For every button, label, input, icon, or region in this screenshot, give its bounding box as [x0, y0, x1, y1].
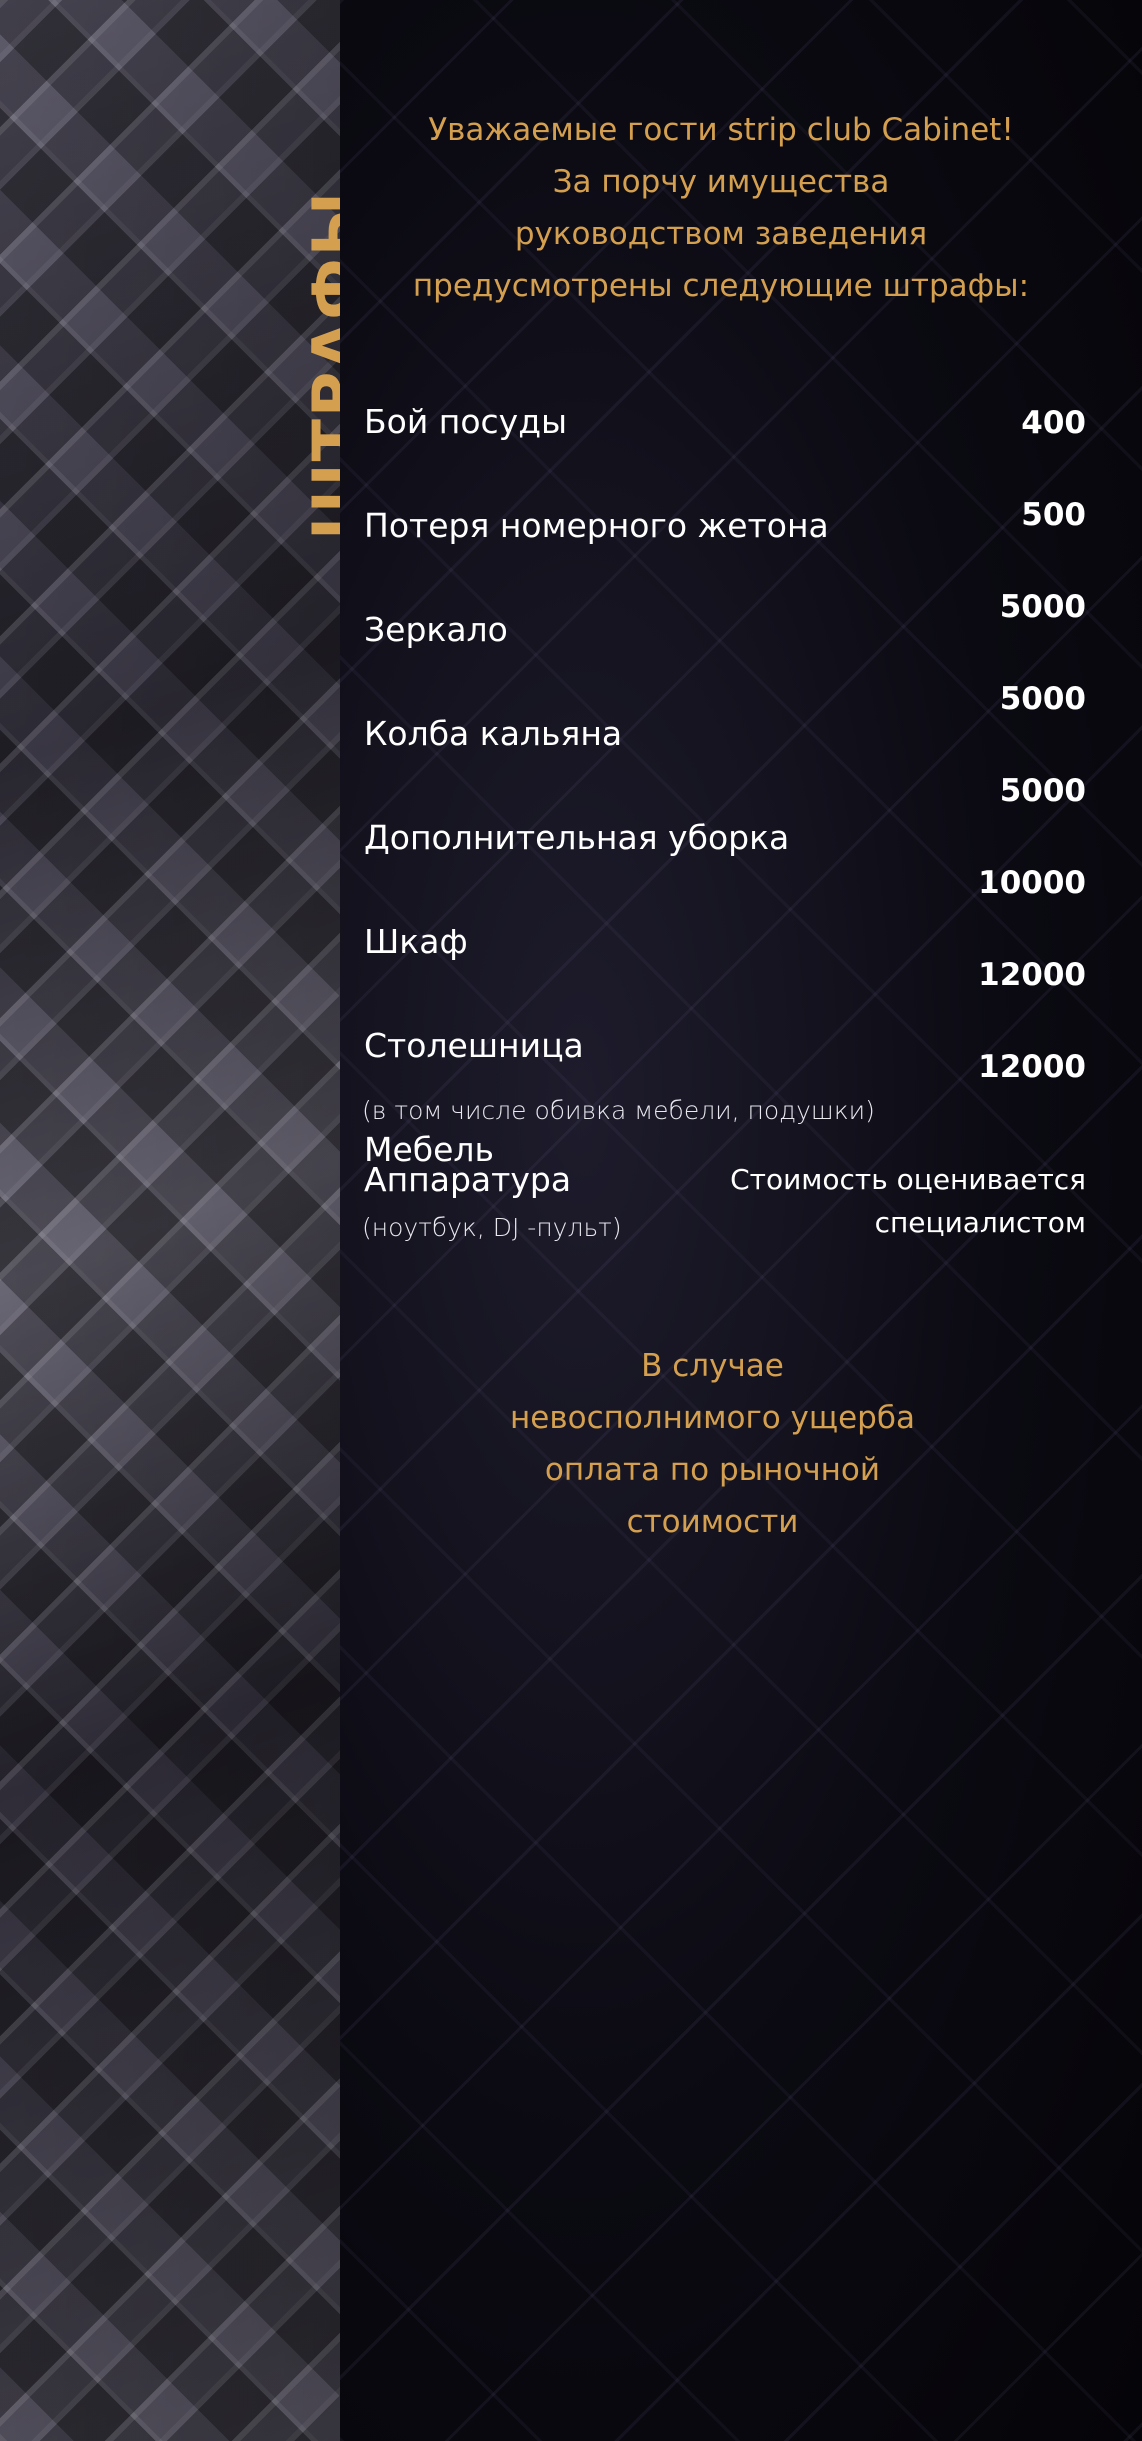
- side-panel-shade: [0, 0, 340, 2441]
- assessment-line: специалистом: [874, 1206, 1086, 1239]
- fine-item-mirror: Зеркало: [364, 610, 508, 649]
- fine-item-cleaning: Дополнительная уборка: [364, 818, 790, 857]
- fine-price: 5000: [999, 681, 1086, 717]
- fine-item-wardrobe: Шкаф: [364, 922, 468, 961]
- fine-item-hookah: Колба кальяна: [364, 714, 623, 753]
- fine-price: 10000: [978, 865, 1086, 901]
- intro-line: Уважаемые гости strip club Cabinet!: [428, 112, 1014, 148]
- equipment-note: (ноутбук, DJ -пульт): [362, 1213, 622, 1242]
- outro-text: В случае невосполнимого ущерба оплата по…: [340, 1340, 1085, 1548]
- assessment-line: Стоимость оценивается: [730, 1163, 1086, 1196]
- fine-price: 500: [1021, 497, 1086, 533]
- intro-line: руководством заведения: [514, 216, 928, 252]
- fine-price: 400: [1021, 405, 1086, 441]
- intro-line: предусмотрены следующие штрафы:: [412, 268, 1030, 304]
- fine-price: 12000: [978, 957, 1086, 993]
- assessment-note: Стоимость оценивается специалистом: [730, 1158, 1086, 1244]
- fine-price: 5000: [999, 773, 1086, 809]
- outro-line: В случае: [641, 1348, 784, 1384]
- fine-item-equipment: Аппаратура: [364, 1160, 572, 1199]
- fine-item-dishes: Бой посуды: [364, 402, 568, 441]
- intro-line: За порчу имущества: [552, 164, 890, 200]
- furniture-note: (в том числе обивка мебели, подушки): [362, 1096, 875, 1125]
- fine-item-tabletop: Столешница: [364, 1026, 584, 1065]
- outro-line: невосполнимого ущерба: [510, 1400, 915, 1436]
- fine-price: 12000: [978, 1049, 1086, 1085]
- outro-line: стоимости: [626, 1504, 799, 1540]
- fine-item-token: Потеря номерного жетона: [364, 506, 829, 545]
- fine-price: 5000: [999, 589, 1086, 625]
- intro-text: Уважаемые гости strip club Cabinet! За п…: [340, 104, 1102, 312]
- outro-line: оплата по рыночной: [544, 1452, 881, 1488]
